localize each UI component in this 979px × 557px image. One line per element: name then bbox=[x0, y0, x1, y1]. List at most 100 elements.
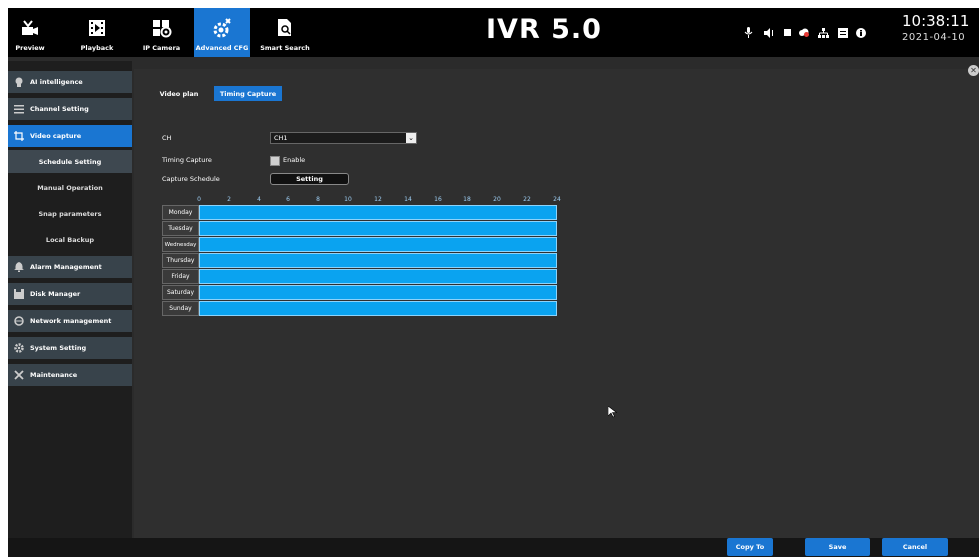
nav-preview[interactable]: Preview bbox=[8, 8, 52, 57]
sidebar-subitem-local-backup[interactable]: Local Backup bbox=[8, 228, 132, 251]
day-label: Wednesday bbox=[162, 237, 199, 252]
schedule-row-tuesday[interactable]: Tuesday bbox=[162, 221, 558, 236]
schedule-grid[interactable]: 0 2 4 6 8 10 12 14 16 18 20 22 24 Monday… bbox=[162, 196, 562, 316]
nav-smart-search[interactable]: Smart Search bbox=[259, 8, 311, 57]
schedule-row-monday[interactable]: Monday bbox=[162, 205, 558, 220]
nav-label: Smart Search bbox=[260, 44, 310, 52]
record-icon[interactable] bbox=[782, 27, 793, 38]
close-icon[interactable]: ✕ bbox=[968, 65, 979, 76]
schedule-bar[interactable] bbox=[199, 301, 557, 316]
copy-to-button[interactable]: Copy To bbox=[727, 538, 773, 556]
ch-label: CH bbox=[162, 134, 172, 142]
hour-label: 14 bbox=[404, 196, 412, 203]
sidebar-item-label: Video capture bbox=[30, 132, 82, 140]
schedule-row-saturday[interactable]: Saturday bbox=[162, 285, 558, 300]
top-bar: Preview Playback IP Camera Advanced CFG … bbox=[8, 8, 979, 57]
channel-list-icon bbox=[14, 104, 24, 114]
schedule-row-thursday[interactable]: Thursday bbox=[162, 253, 558, 268]
hour-label: 6 bbox=[286, 196, 290, 203]
save-button[interactable]: Save bbox=[805, 538, 870, 556]
day-label: Saturday bbox=[162, 285, 199, 300]
playback-icon bbox=[87, 16, 107, 40]
sidebar-item-maintenance[interactable]: Maintenance bbox=[8, 364, 132, 387]
setting-button[interactable]: Setting bbox=[270, 173, 349, 185]
sidebar-item-video-capture[interactable]: Video capture bbox=[8, 125, 132, 148]
hour-label: 0 bbox=[197, 196, 201, 203]
mouse-cursor-icon bbox=[608, 406, 618, 418]
enable-label: Enable bbox=[283, 156, 306, 164]
sidebar-item-system-setting[interactable]: System Setting bbox=[8, 337, 132, 360]
sidebar-item-alarm-management[interactable]: Alarm Management bbox=[8, 256, 132, 279]
schedule-bar[interactable] bbox=[199, 269, 557, 284]
volume-icon[interactable] bbox=[764, 27, 775, 38]
day-label: Thursday bbox=[162, 253, 199, 268]
nav-advanced-cfg[interactable]: Advanced CFG bbox=[194, 8, 250, 57]
hour-label: 8 bbox=[316, 196, 320, 203]
disk-icon bbox=[14, 289, 24, 299]
channel-select[interactable]: CH1 ⌄ bbox=[270, 132, 417, 144]
nav-playback[interactable]: Playback bbox=[72, 8, 122, 57]
nav-label: Playback bbox=[80, 44, 114, 52]
schedule-bar[interactable] bbox=[199, 253, 557, 268]
sidebar-item-label: System Setting bbox=[30, 344, 87, 352]
microphone-icon[interactable] bbox=[743, 27, 754, 38]
tab-video-plan[interactable]: Video plan bbox=[148, 86, 210, 101]
sidebar-item-label: Maintenance bbox=[30, 371, 78, 379]
sidebar-item-label: Disk Manager bbox=[30, 290, 81, 298]
schedule-bar[interactable] bbox=[199, 221, 557, 236]
sidebar-item-network-management[interactable]: Network management bbox=[8, 310, 132, 333]
nav-label: IP Camera bbox=[142, 44, 181, 52]
main-panel: Video plan Timing Capture CH CH1 ⌄ Timin… bbox=[134, 69, 979, 538]
camera-preview-icon bbox=[19, 16, 41, 40]
network-icon[interactable] bbox=[818, 27, 829, 38]
sidebar-item-label: Alarm Management bbox=[30, 263, 102, 271]
chevron-down-icon: ⌄ bbox=[406, 133, 416, 143]
cloud-icon[interactable] bbox=[798, 27, 809, 38]
tab-timing-capture[interactable]: Timing Capture bbox=[214, 86, 282, 101]
app-title: IVR 5.0 bbox=[486, 14, 602, 45]
sidebar-subitem-snap-parameters[interactable]: Snap parameters bbox=[8, 202, 132, 225]
sidebar-item-channel-setting[interactable]: Channel Setting bbox=[8, 98, 132, 121]
advanced-cfg-gear-icon bbox=[210, 16, 234, 40]
day-label: Tuesday bbox=[162, 221, 199, 236]
nav-ip-camera[interactable]: IP Camera bbox=[139, 8, 184, 57]
nav-label: Advanced CFG bbox=[195, 44, 249, 52]
tools-icon bbox=[14, 370, 24, 380]
day-label: Sunday bbox=[162, 301, 199, 316]
sidebar-item-label: AI intelligence bbox=[30, 78, 83, 86]
cancel-button[interactable]: Cancel bbox=[882, 538, 948, 556]
sidebar-subitem-manual-operation[interactable]: Manual Operation bbox=[8, 176, 132, 199]
ai-icon bbox=[14, 77, 24, 87]
schedule-bar[interactable] bbox=[199, 205, 557, 220]
hour-label: 18 bbox=[463, 196, 471, 203]
clock-time: 10:38:11 bbox=[902, 12, 970, 30]
sidebar-item-disk-manager[interactable]: Disk Manager bbox=[8, 283, 132, 306]
timing-capture-label: Timing Capture bbox=[162, 156, 212, 164]
hour-label: 16 bbox=[434, 196, 442, 203]
schedule-row-sunday[interactable]: Sunday bbox=[162, 301, 558, 316]
ip-camera-icon bbox=[151, 16, 173, 40]
sidebar: AI intelligence Channel Setting Video ca… bbox=[8, 61, 132, 557]
hour-label: 10 bbox=[344, 196, 352, 203]
channel-select-value: CH1 bbox=[274, 134, 288, 142]
schedule-bar[interactable] bbox=[199, 237, 557, 252]
network-globe-icon bbox=[14, 316, 24, 326]
schedule-row-wednesday[interactable]: Wednesday bbox=[162, 237, 558, 252]
smart-search-icon bbox=[275, 16, 295, 40]
bell-icon bbox=[14, 262, 24, 272]
clock-date: 2021-04-10 bbox=[902, 32, 966, 43]
enable-checkbox[interactable] bbox=[270, 156, 280, 166]
storage-icon[interactable] bbox=[837, 27, 848, 38]
info-icon[interactable] bbox=[855, 27, 866, 38]
schedule-row-friday[interactable]: Friday bbox=[162, 269, 558, 284]
hour-label: 20 bbox=[493, 196, 501, 203]
crop-icon bbox=[14, 131, 24, 141]
day-label: Friday bbox=[162, 269, 199, 284]
sidebar-subitem-schedule-setting[interactable]: Schedule Setting bbox=[8, 150, 132, 173]
hour-label: 12 bbox=[374, 196, 382, 203]
schedule-bar[interactable] bbox=[199, 285, 557, 300]
capture-schedule-label: Capture Schedule bbox=[162, 175, 220, 183]
sidebar-item-ai-intelligence[interactable]: AI intelligence bbox=[8, 71, 132, 94]
gear-icon bbox=[14, 343, 24, 353]
screen: Preview Playback IP Camera Advanced CFG … bbox=[8, 8, 979, 557]
